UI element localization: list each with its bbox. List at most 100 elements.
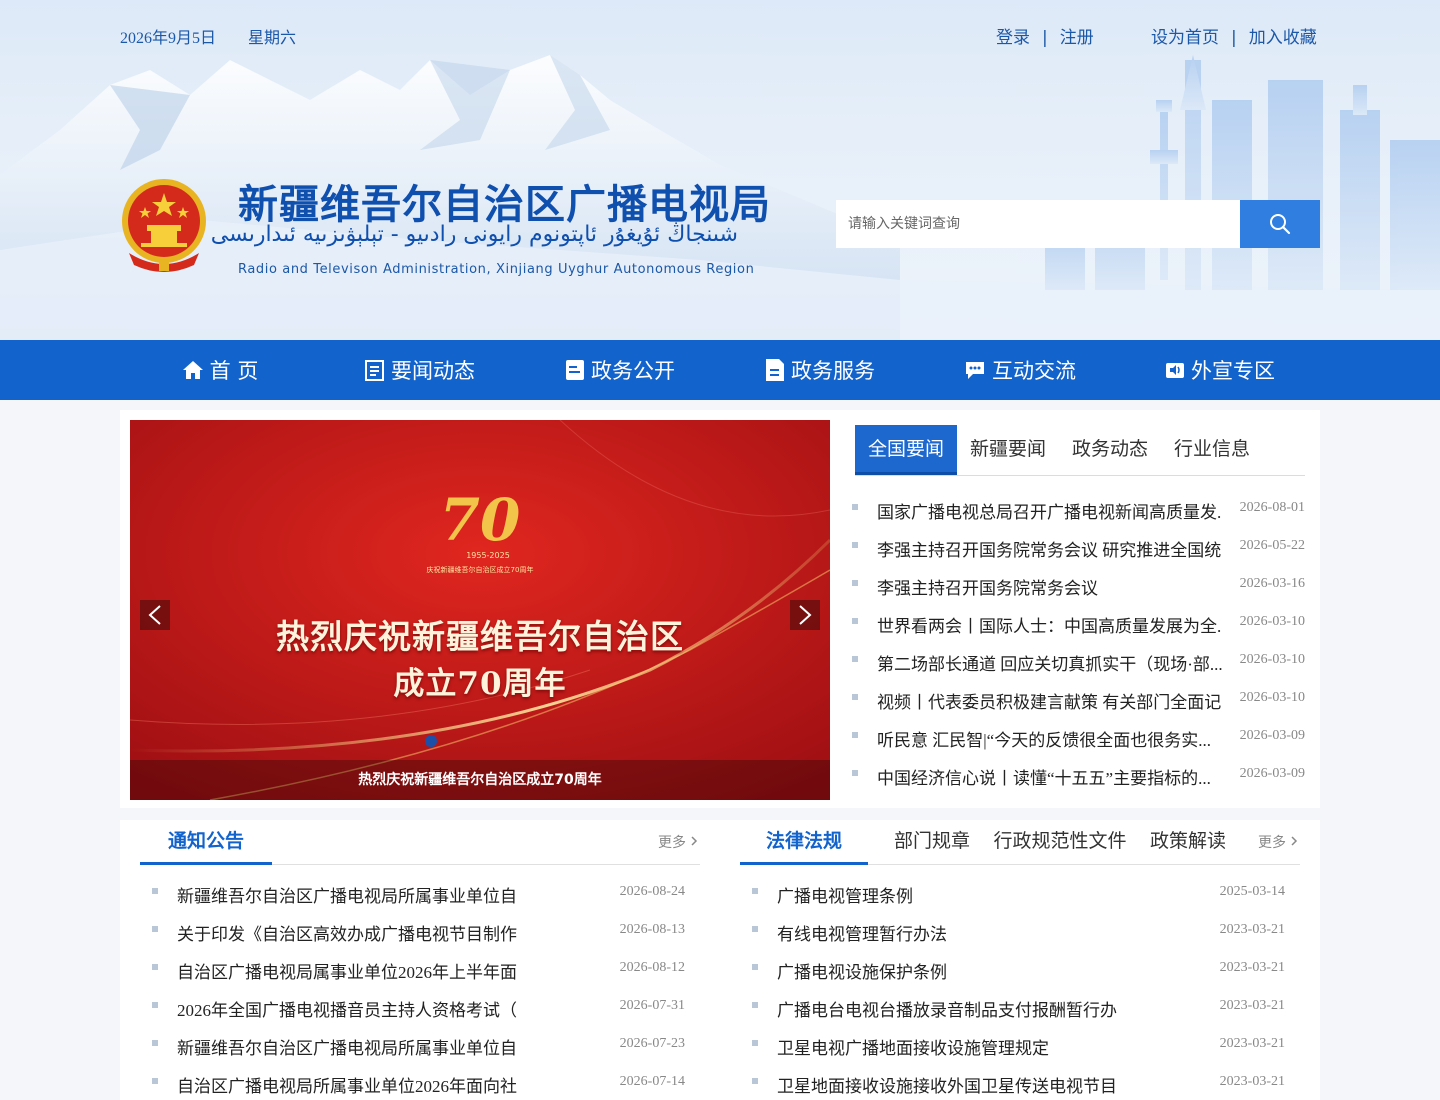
link-separator: | <box>1042 28 1048 48</box>
carousel-dot[interactable] <box>425 735 437 747</box>
list-item[interactable]: 李强主持召开国务院常务会议 研究推进全国统... 2026-05-22 <box>852 528 1305 566</box>
set-homepage-link[interactable]: 设为首页 <box>1151 28 1219 48</box>
tab-department-rules[interactable]: 部门规章 <box>882 820 982 865</box>
item-date: 2026-08-12 <box>619 960 685 975</box>
chat-icon <box>966 362 984 379</box>
list-bullet <box>152 926 158 932</box>
banner-caption[interactable]: 热烈庆祝新疆维吾尔自治区成立70周年 <box>130 760 830 800</box>
list-item[interactable]: 视频丨代表委员积极建言献策 有关部门全面记... 2026-03-10 <box>852 680 1305 718</box>
item-title[interactable]: 2026年全国广播电视播音员主持人资格考试（... <box>177 996 517 1021</box>
item-title[interactable]: 卫星电视广播地面接收设施管理规定 <box>777 1034 1049 1059</box>
notices-list: 新疆维吾尔自治区广播电视局所属事业单位自... 2026-08-24 关于印发《自治… <box>152 874 685 1100</box>
list-item[interactable]: 中国经济信心说丨读懂“十五五”主要指标的... 2026-03-09 <box>852 756 1305 794</box>
list-item[interactable]: 卫星地面接收设施接收外国卫星传送电视节目... 2023-03-21 <box>752 1064 1285 1100</box>
badge-years: 1955-2025 <box>466 551 510 560</box>
item-date: 2026-03-09 <box>1239 766 1305 781</box>
list-item[interactable]: 有线电视管理暂行办法 2023-03-21 <box>752 912 1285 950</box>
chevron-left-icon <box>148 605 161 625</box>
tab-xinjiang-news[interactable]: 新疆要闻 <box>957 425 1059 475</box>
list-bullet <box>752 926 758 932</box>
list-item[interactable]: 自治区广播电视局所属事业单位2026年面向社... 2026-07-14 <box>152 1064 685 1100</box>
chevron-right-icon <box>691 836 698 846</box>
item-date: 2025-03-14 <box>1219 884 1285 899</box>
list-item[interactable]: 卫星电视广播地面接收设施管理规定 2023-03-21 <box>752 1026 1285 1064</box>
carousel-next-button[interactable] <box>790 600 820 630</box>
list-item[interactable]: 新疆维吾尔自治区广播电视局所属事业单位自... 2026-08-24 <box>152 874 685 912</box>
item-title[interactable]: 新疆维吾尔自治区广播电视局所属事业单位自... <box>177 1034 517 1059</box>
list-item[interactable]: 自治区广播电视局属事业单位2026年上半年面... 2026-08-12 <box>152 950 685 988</box>
tab-gov-updates[interactable]: 政务动态 <box>1059 425 1161 475</box>
nav-external-publicity[interactable]: 外宣专区 <box>1120 340 1320 400</box>
item-title[interactable]: 中国经济信心说丨读懂“十五五”主要指标的... <box>877 764 1211 789</box>
item-title[interactable]: 李强主持召开国务院常务会议 研究推进全国统... <box>877 536 1222 561</box>
nav-label: 要闻动态 <box>391 359 475 383</box>
item-title[interactable]: 自治区广播电视局属事业单位2026年上半年面... <box>177 958 517 983</box>
tab-policy-interpretation[interactable]: 政策解读 <box>1138 820 1238 865</box>
item-title[interactable]: 广播电视管理条例 <box>777 882 913 907</box>
list-bullet <box>752 1078 758 1084</box>
item-date: 2023-03-21 <box>1219 1074 1285 1089</box>
nav-home[interactable]: 首 页 <box>120 340 320 400</box>
item-date: 2026-03-10 <box>1239 690 1305 705</box>
item-title[interactable]: 李强主持召开国务院常务会议 <box>877 574 1098 599</box>
site-title-english: Radio and Televison Administration, Xinj… <box>238 262 755 277</box>
site-title-uyghur: شىنجاڭ ئۇيغۇر ئاپتونوم رايونى رادىيو - ت… <box>210 222 738 247</box>
search-button[interactable] <box>1240 200 1320 248</box>
nav-label: 政务服务 <box>791 359 875 383</box>
item-title[interactable]: 卫星地面接收设施接收外国卫星传送电视节目... <box>777 1072 1117 1097</box>
tab-laws[interactable]: 法律法规 <box>740 820 868 865</box>
nav-gov-service[interactable]: 政务服务 <box>720 340 920 400</box>
item-title[interactable]: 听民意 汇民智|“今天的反馈很全面也很务实... <box>877 726 1211 751</box>
item-title[interactable]: 第二场部长通道 回应关切真抓实干（现场·部... <box>877 650 1222 675</box>
tab-national-news[interactable]: 全国要闻 <box>855 425 957 475</box>
badge-number: 70 <box>440 486 521 554</box>
laws-header: 法律法规 部门规章 行政规范性文件 政策解读 更多 <box>740 820 1300 865</box>
search-input[interactable] <box>836 200 1240 248</box>
home-icon <box>182 361 203 379</box>
laws-more-link[interactable]: 更多 <box>1258 832 1298 852</box>
register-link[interactable]: 注册 <box>1060 28 1094 48</box>
list-item[interactable]: 广播电视管理条例 2025-03-14 <box>752 874 1285 912</box>
list-item[interactable]: 李强主持召开国务院常务会议 2026-03-16 <box>852 566 1305 604</box>
list-bullet <box>852 618 858 624</box>
list-bullet <box>852 656 858 662</box>
document-icon <box>766 359 784 381</box>
add-favorite-link[interactable]: 加入收藏 <box>1249 28 1317 48</box>
nav-interaction[interactable]: 互动交流 <box>920 340 1120 400</box>
banner-carousel[interactable]: 70 1955-2025 庆祝新疆维吾尔自治区成立70周年 热烈庆祝新疆维吾尔自… <box>130 420 830 800</box>
notices-header: 通知公告 更多 <box>140 820 700 865</box>
nav-label: 互动交流 <box>992 359 1076 383</box>
item-title[interactable]: 自治区广播电视局所属事业单位2026年面向社... <box>177 1072 517 1097</box>
tab-industry-info[interactable]: 行业信息 <box>1161 425 1263 475</box>
list-item[interactable]: 国家广播电视总局召开广播电视新闻高质量发... 2026-08-01 <box>852 490 1305 528</box>
item-date: 2026-05-22 <box>1239 538 1305 553</box>
item-title[interactable]: 关于印发《自治区高效办成广播电视节目制作... <box>177 920 517 945</box>
list-item[interactable]: 2026年全国广播电视播音员主持人资格考试（... 2026-07-31 <box>152 988 685 1026</box>
nav-gov-info[interactable]: 政务公开 <box>520 340 720 400</box>
national-emblem-icon[interactable] <box>119 175 209 273</box>
tab-notices[interactable]: 通知公告 <box>140 820 272 865</box>
list-item[interactable]: 关于印发《自治区高效办成广播电视节目制作... 2026-08-13 <box>152 912 685 950</box>
anniversary-70-logo: 70 1955-2025 庆祝新疆维吾尔自治区成立70周年 <box>427 486 534 574</box>
nav-news[interactable]: 要闻动态 <box>320 340 520 400</box>
list-item[interactable]: 广播电台电视台播放录音制品支付报酬暂行办... 2023-03-21 <box>752 988 1285 1026</box>
item-title[interactable]: 国家广播电视总局召开广播电视新闻高质量发... <box>877 498 1222 523</box>
item-date: 2026-08-01 <box>1239 500 1305 515</box>
list-item[interactable]: 听民意 汇民智|“今天的反馈很全面也很务实... 2026-03-09 <box>852 718 1305 756</box>
item-title[interactable]: 视频丨代表委员积极建言献策 有关部门全面记... <box>877 688 1222 713</box>
list-item[interactable]: 广播电视设施保护条例 2023-03-21 <box>752 950 1285 988</box>
item-title[interactable]: 世界看两会丨国际人士：中国高质量发展为全... <box>877 612 1222 637</box>
item-title[interactable]: 广播电视设施保护条例 <box>777 958 947 983</box>
item-title[interactable]: 有线电视管理暂行办法 <box>777 920 947 945</box>
list-item[interactable]: 第二场部长通道 回应关切真抓实干（现场·部... 2026-03-10 <box>852 642 1305 680</box>
notices-more-link[interactable]: 更多 <box>658 832 698 852</box>
tab-normative-documents[interactable]: 行政规范性文件 <box>992 820 1128 865</box>
item-title[interactable]: 新疆维吾尔自治区广播电视局所属事业单位自... <box>177 882 517 907</box>
item-title[interactable]: 广播电台电视台播放录音制品支付报酬暂行办... <box>777 996 1117 1021</box>
item-date: 2026-08-13 <box>619 922 685 937</box>
list-item[interactable]: 世界看两会丨国际人士：中国高质量发展为全... 2026-03-10 <box>852 604 1305 642</box>
login-link[interactable]: 登录 <box>996 28 1030 48</box>
list-bullet <box>752 964 758 970</box>
list-item[interactable]: 新疆维吾尔自治区广播电视局所属事业单位自... 2026-07-23 <box>152 1026 685 1064</box>
carousel-prev-button[interactable] <box>140 600 170 630</box>
